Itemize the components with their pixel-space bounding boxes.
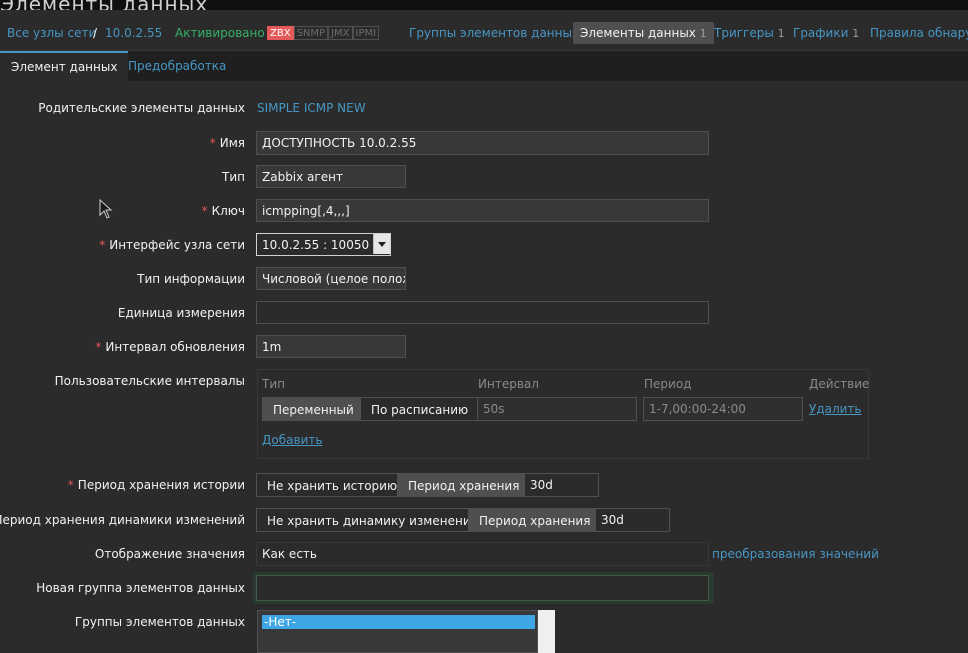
nav-item-triggers[interactable]: Триггеры 1 <box>714 10 785 50</box>
custom-period-input[interactable]: 1-7,00:00-24:00 <box>643 397 803 421</box>
trends-storage-period-button[interactable]: Период хранения <box>468 508 602 532</box>
key-input[interactable]: icmpping[,4,,,] <box>256 199 709 222</box>
interface-select-value: 10.0.2.55 : 10050 <box>262 238 370 252</box>
jmx-badge: JMX <box>328 26 353 40</box>
name-label-text: Имя <box>219 136 245 150</box>
zbx-badge: ZBX <box>267 26 294 40</box>
flexible-button[interactable]: Переменный <box>262 397 365 421</box>
add-interval-link[interactable]: Добавить <box>262 433 322 447</box>
custom-interval-input[interactable]: 50s <box>477 397 637 421</box>
history-storage-period-button[interactable]: Период хранения <box>397 473 531 497</box>
remove-interval-link[interactable]: Удалить <box>809 402 862 416</box>
name-label: * Имя <box>210 136 245 150</box>
value-map-label: Отображение значения <box>94 547 245 561</box>
type-label: Тип <box>222 170 245 184</box>
groups-listbox[interactable]: -Нет- <box>257 610 538 653</box>
tab-preprocessing[interactable]: Предобработка <box>117 51 237 81</box>
interface-select[interactable]: 10.0.2.55 : 10050 <box>256 233 391 256</box>
units-input[interactable] <box>256 301 709 324</box>
nav-item-graphs-count: 1 <box>852 27 860 40</box>
chevron-down-icon[interactable] <box>373 234 390 254</box>
nav-item-triggers-label: Триггеры <box>714 26 774 40</box>
new-group-label: Новая группа элементов данных <box>36 581 245 595</box>
trends-input[interactable]: 30d <box>595 508 670 532</box>
info-type-select[interactable]: Числовой (целое положи <box>256 267 406 290</box>
required-marker: * <box>67 478 74 492</box>
parent-item-link[interactable]: SIMPLE ICMP NEW <box>257 101 366 115</box>
nav-item-graphs[interactable]: Графики 1 <box>793 10 859 50</box>
custom-col-period: Период <box>644 377 692 391</box>
all-hosts-link[interactable]: Все узлы сети <box>7 10 96 50</box>
value-map-select[interactable]: Как есть <box>256 542 709 566</box>
update-interval-label-text: Интервал обновления <box>105 340 245 354</box>
host-status[interactable]: Активировано <box>175 10 265 50</box>
window-titlebar: Элементы данных <box>0 0 968 10</box>
groups-scrollbar[interactable] <box>538 610 555 653</box>
required-marker: * <box>209 136 216 150</box>
groups-label: Группы элементов данных <box>74 615 245 629</box>
info-type-label: Тип информации <box>137 272 245 286</box>
breadcrumb-separator: / <box>93 26 98 40</box>
nav-item-graphs-label: Графики <box>793 26 849 40</box>
mouse-cursor-icon <box>99 199 113 219</box>
list-item[interactable]: -Нет- <box>262 615 535 629</box>
required-marker: * <box>99 238 106 252</box>
key-label: * Ключ <box>202 204 245 218</box>
nav-item-discovery[interactable]: Правила обнаруж <box>870 10 968 50</box>
key-label-text: Ключ <box>211 204 245 218</box>
trends-label-text: Период хранения динамики изменений <box>0 513 245 527</box>
availability-badges: ZBX SNMP JMX IPMI <box>267 26 380 40</box>
nav-item-items[interactable]: Элементы данных 1 <box>573 22 714 44</box>
history-input[interactable]: 30d <box>524 473 599 497</box>
interface-label-text: Интерфейс узла сети <box>109 238 245 252</box>
name-input[interactable]: ДОСТУПНОСТЬ 10.0.2.55 <box>256 131 709 155</box>
type-select[interactable]: Zabbix агент <box>256 165 406 188</box>
ipmi-badge: IPMI <box>352 26 380 40</box>
host-navigation: Все узлы сети / 10.0.2.55 Активировано Z… <box>0 10 968 51</box>
custom-intervals-label: Пользовательские интервалы <box>54 374 245 388</box>
nav-item-groups[interactable]: Группы элементов данных <box>409 10 579 50</box>
custom-col-action: Действие <box>809 377 870 391</box>
trends-label: *Период хранения динамики изменений <box>0 513 245 527</box>
update-interval-input[interactable]: 1m <box>256 335 406 358</box>
snmp-badge: SNMP <box>293 26 329 40</box>
host-link[interactable]: 10.0.2.55 <box>105 10 162 50</box>
tab-item[interactable]: Элемент данных <box>0 51 129 81</box>
window-title: Элементы данных <box>0 0 208 10</box>
units-label: Единица измерения <box>117 306 245 320</box>
nav-item-items-count: 1 <box>699 27 707 40</box>
interface-label: * Интерфейс узла сети <box>99 238 245 252</box>
form-tabs: Элемент данных Предобработка <box>0 51 968 81</box>
required-marker: * <box>95 340 102 354</box>
nav-item-items-label: Элементы данных <box>580 26 696 40</box>
history-do-not-keep-button[interactable]: Не хранить историю <box>256 473 409 497</box>
history-label: * Период хранения истории <box>68 478 245 492</box>
custom-col-interval: Интервал <box>478 377 539 391</box>
scheduling-button[interactable]: По расписанию <box>360 397 480 421</box>
history-label-text: Период хранения истории <box>77 478 245 492</box>
trends-do-not-keep-button[interactable]: Не хранить динамику изменений <box>256 508 490 532</box>
custom-col-type: Тип <box>262 377 285 391</box>
update-interval-label: * Интервал обновления <box>95 340 245 354</box>
required-marker: * <box>201 204 208 218</box>
new-group-input[interactable] <box>256 575 709 601</box>
value-mapping-link[interactable]: преобразования значений <box>712 547 879 561</box>
parent-items-label: Родительские элементы данных <box>38 101 245 115</box>
nav-item-triggers-count: 1 <box>777 27 785 40</box>
